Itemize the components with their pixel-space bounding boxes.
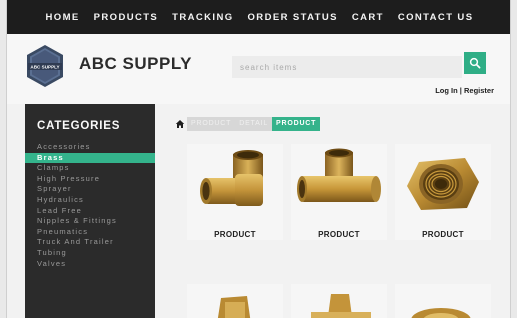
brass-fitting-icon <box>291 284 387 318</box>
nav-cart[interactable]: CART <box>345 12 391 23</box>
login-register-link[interactable]: Log In | Register <box>435 86 494 95</box>
product-label[interactable]: PRODUCT <box>291 230 387 239</box>
logo-icon[interactable]: ABC SUPPLY <box>25 44 65 88</box>
brass-hex-cap-fitting-icon <box>407 158 479 210</box>
nav-products[interactable]: PRODUCTS <box>87 12 166 23</box>
product-card[interactable] <box>291 284 387 318</box>
categories-title: CATEGORIES <box>37 120 121 132</box>
nav-order-status[interactable]: ORDER STATUS <box>241 12 345 23</box>
breadcrumb-detail[interactable]: DETAIL <box>235 117 273 131</box>
breadcrumb: PRODUCT DETAIL PRODUCT <box>173 117 321 131</box>
category-lead-free[interactable]: Lead Free <box>25 206 155 217</box>
category-nipples-fittings[interactable]: Nipples & Fittings <box>25 216 155 227</box>
category-truck-trailer[interactable]: Truck And Trailer <box>25 237 155 248</box>
category-sprayer[interactable]: Sprayer <box>25 184 155 195</box>
category-accessories[interactable]: Accessories <box>25 142 155 153</box>
breadcrumb-product[interactable]: PRODUCT <box>187 117 236 131</box>
brand-name[interactable]: ABC SUPPLY <box>79 54 192 74</box>
nav-contact-us[interactable]: CONTACT US <box>391 12 481 23</box>
product-card[interactable]: PRODUCT <box>187 144 283 240</box>
site-header: ABC SUPPLY ABC SUPPLY Log In | Register <box>7 34 510 104</box>
search-button[interactable] <box>464 52 486 74</box>
nav-tracking[interactable]: TRACKING <box>165 12 240 23</box>
brass-elbow-fitting-icon <box>200 150 263 206</box>
page-frame: HOME PRODUCTS TRACKING ORDER STATUS CART… <box>6 0 511 318</box>
product-grid-area: PRODUCT DETAIL PRODUCT PRODUCT PRODUCT P… <box>159 104 510 318</box>
product-card[interactable] <box>395 284 491 318</box>
product-label[interactable]: PRODUCT <box>187 230 283 239</box>
product-label[interactable]: PRODUCT <box>395 230 491 239</box>
category-valves[interactable]: Valves <box>25 259 155 270</box>
brass-fitting-icon <box>395 284 491 318</box>
home-icon[interactable] <box>173 117 187 131</box>
category-clamps[interactable]: Clamps <box>25 163 155 174</box>
brass-fitting-icon <box>187 284 283 318</box>
product-card[interactable]: PRODUCT <box>395 144 491 240</box>
search-input[interactable] <box>232 56 462 78</box>
brass-tee-fitting-icon <box>297 148 381 202</box>
category-pneumatics[interactable]: Pneumatics <box>25 227 155 238</box>
nav-home[interactable]: HOME <box>39 12 87 23</box>
search-icon <box>469 57 481 69</box>
product-card[interactable]: PRODUCT <box>291 144 387 240</box>
category-brass[interactable]: Brass <box>25 152 155 164</box>
category-tubing[interactable]: Tubing <box>25 248 155 259</box>
categories-sidebar: CATEGORIES Accessories Brass Clamps High… <box>25 104 155 318</box>
svg-text:ABC SUPPLY: ABC SUPPLY <box>30 65 59 70</box>
category-hydraulics[interactable]: Hydraulics <box>25 195 155 206</box>
category-high-pressure[interactable]: High Pressure <box>25 174 155 185</box>
top-navigation: HOME PRODUCTS TRACKING ORDER STATUS CART… <box>7 0 510 34</box>
breadcrumb-current: PRODUCT <box>272 117 321 131</box>
product-card[interactable] <box>187 284 283 318</box>
